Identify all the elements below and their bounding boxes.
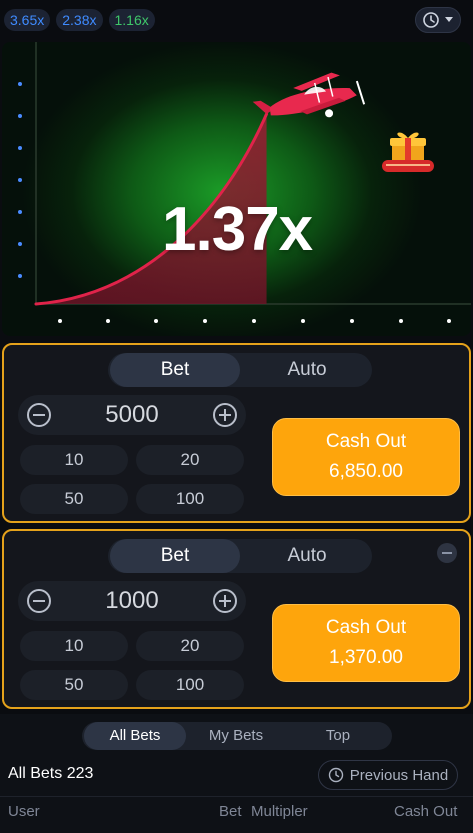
bets-tabs: All Bets My Bets Top	[82, 722, 392, 750]
cash-out-value: 1,370.00	[329, 647, 403, 668]
column-header-multiplier: Multipler	[251, 803, 308, 820]
history-chip[interactable]: 1.16x	[108, 9, 155, 31]
chevron-down-icon	[445, 17, 453, 22]
cash-out-button[interactable]: Cash Out 1,370.00	[272, 604, 460, 682]
previous-hand-label: Previous Hand	[349, 766, 449, 784]
cash-out-label: Cash Out	[325, 431, 407, 452]
tab-bet[interactable]: Bet	[110, 539, 240, 573]
cash-out-value: 6,850.00	[329, 461, 403, 482]
history-bar: 3.65x 2.38x 1.16x	[0, 0, 473, 40]
tab-bet[interactable]: Bet	[110, 353, 240, 387]
bets-section: All Bets My Bets Top All Bets 223 Previo…	[0, 714, 473, 833]
plus-icon[interactable]	[212, 588, 238, 614]
bet-panel: Bet Auto 1000 10 20 50 100 Cash Out 1,37…	[2, 529, 471, 709]
bet-amount-stepper: 1000	[18, 581, 246, 621]
cash-out-label: Cash Out	[325, 617, 407, 638]
bet-amount-value[interactable]: 1000	[68, 581, 196, 621]
tab-my-bets[interactable]: My Bets	[186, 722, 286, 750]
column-header-user: User	[8, 803, 40, 820]
previous-hand-button[interactable]: Previous Hand	[318, 760, 458, 790]
quick-amount-button[interactable]: 20	[136, 631, 244, 661]
quick-amount-button[interactable]: 10	[20, 631, 128, 661]
tab-auto[interactable]: Auto	[242, 539, 372, 573]
quick-amount-button[interactable]: 20	[136, 445, 244, 475]
quick-amount-button[interactable]: 100	[136, 670, 244, 700]
bet-mode-tabs: Bet Auto	[108, 539, 372, 573]
remove-panel-button[interactable]	[437, 543, 457, 563]
clock-history-icon	[423, 12, 439, 28]
divider	[0, 796, 473, 797]
all-bets-count: All Bets 223	[8, 765, 94, 782]
x-axis-dots	[58, 319, 451, 323]
bet-amount-stepper: 5000	[18, 395, 246, 435]
quick-amount-button[interactable]: 10	[20, 445, 128, 475]
red-biplane-icon	[252, 72, 366, 118]
quick-amount-button[interactable]: 50	[20, 670, 128, 700]
clock-history-icon	[328, 767, 343, 783]
history-button[interactable]	[415, 7, 461, 33]
multiplier-display: 1.37x	[162, 195, 313, 264]
history-chip[interactable]: 2.38x	[56, 9, 103, 31]
tab-auto[interactable]: Auto	[242, 353, 372, 387]
gift-box-icon[interactable]	[382, 130, 434, 178]
history-chip[interactable]: 3.65x	[4, 9, 51, 31]
minus-icon[interactable]	[26, 402, 52, 428]
tab-all-bets[interactable]: All Bets	[84, 722, 186, 750]
column-header-cash-out: Cash Out	[394, 803, 458, 820]
game-canvas: 1.37x	[2, 42, 471, 336]
column-header-bet: Bet	[219, 803, 242, 820]
tab-top[interactable]: Top	[288, 722, 388, 750]
flight-graph	[18, 42, 471, 323]
cash-out-button[interactable]: Cash Out 6,850.00	[272, 418, 460, 496]
bet-mode-tabs: Bet Auto	[108, 353, 372, 387]
minus-icon[interactable]	[26, 588, 52, 614]
y-axis-dots	[18, 82, 22, 278]
bet-amount-value[interactable]: 5000	[68, 395, 196, 435]
plus-icon[interactable]	[212, 402, 238, 428]
bet-panel: Bet Auto 5000 10 20 50 100 Cash Out 6,85…	[2, 343, 471, 523]
quick-amount-button[interactable]: 100	[136, 484, 244, 514]
quick-amount-button[interactable]: 50	[20, 484, 128, 514]
